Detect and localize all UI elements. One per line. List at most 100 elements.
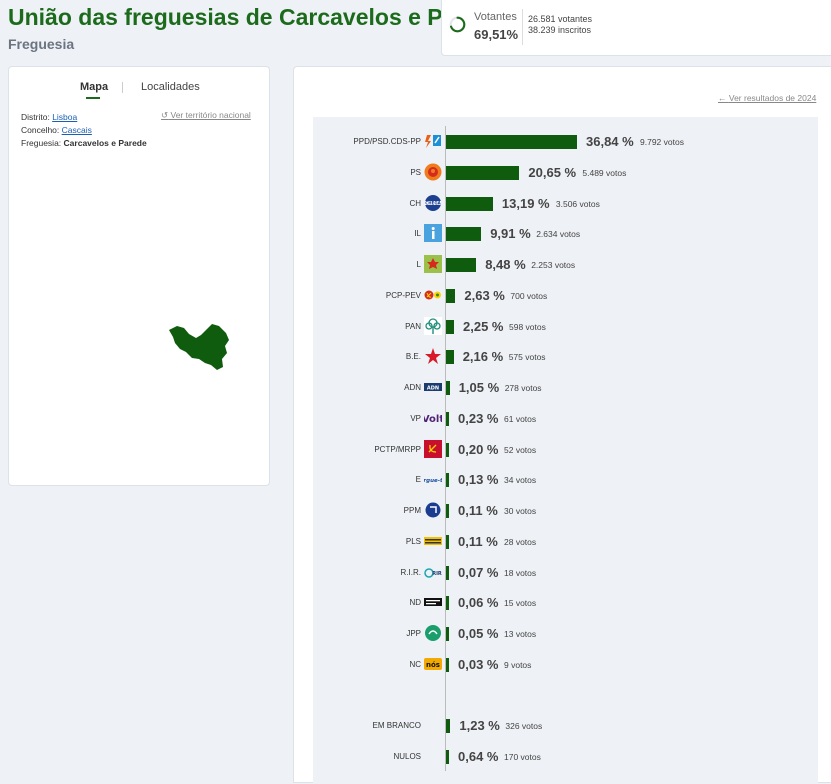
turnout-ring-icon <box>449 16 466 33</box>
tab-localidades[interactable]: Localidades <box>141 81 200 93</box>
party-name: R.I.R. <box>400 567 421 577</box>
result-percent: 0,11 % <box>458 503 498 518</box>
party-name: L <box>416 260 421 269</box>
party-name: PLS <box>405 536 421 546</box>
result-bar <box>446 657 449 672</box>
nd-logo-icon <box>424 593 442 611</box>
svg-text:ADN: ADN <box>427 385 439 391</box>
arrow-left-icon: ← <box>718 93 727 103</box>
concelho-label: Concelho: <box>21 125 60 135</box>
ver-territorio-label: Ver território nacional <box>170 110 251 120</box>
result-bar <box>446 165 520 180</box>
result-votes: 2.634 votos <box>536 229 581 240</box>
distrito-link[interactable]: Lisboa <box>52 112 77 122</box>
party-row[interactable]: ADN ADN 1,05 % 278 votos <box>294 378 831 398</box>
turnout-percent: 69,51% <box>474 27 519 42</box>
be-logo-icon <box>424 347 442 365</box>
result-bar <box>446 473 449 488</box>
party-row[interactable]: JPP 0,05 % 13 votos <box>294 624 831 644</box>
party-row[interactable]: NULOS 0,64 % 170 votos <box>294 747 831 767</box>
party-row[interactable]: EM BRANCO 1,23 % 326 votos <box>294 716 831 736</box>
result-votes: 28 votos <box>504 536 537 547</box>
turnout-voters: 26.581 votantes <box>528 14 593 24</box>
result-percent: 0,06 % <box>458 595 499 611</box>
result-percent: 8,48 % <box>485 257 526 272</box>
result-percent: 0,23 % <box>458 410 499 426</box>
livre-logo-icon <box>424 255 442 273</box>
result-votes: 13 votos <box>504 629 537 639</box>
turnout-panel: Votantes 69,51% 26.581 votantes 38.239 i… <box>441 0 831 56</box>
freguesia-label: Freguesia: <box>21 138 62 148</box>
party-row[interactable]: IL 9,91 % 2.634 votos <box>294 224 831 244</box>
il-logo-icon <box>424 224 442 243</box>
ver-resultados-2024-link[interactable]: ← Ver resultados de 2024 <box>718 93 816 103</box>
result-votes: 34 votos <box>504 475 537 486</box>
result-votes: 2.253 votos <box>531 260 576 270</box>
party-name: NC <box>409 659 421 669</box>
result-bar <box>446 258 477 272</box>
result-votes: 15 votos <box>504 598 537 609</box>
concelho-row: Concelho: Cascais <box>21 125 92 135</box>
result-percent: 0,05 % <box>458 626 499 641</box>
undo-arrow-icon: ↺ <box>161 110 169 120</box>
party-row[interactable]: PCP-PEV 2,63 % 700 votos <box>294 286 831 306</box>
party-row[interactable]: L 8,48 % 2.253 votos <box>294 255 831 275</box>
svg-text:Volt: Volt <box>424 414 442 425</box>
result-votes: 700 votos <box>510 290 548 301</box>
pctp-logo-icon <box>424 439 442 458</box>
ver-resultados-label: Ver resultados de 2024 <box>728 93 817 103</box>
result-bar <box>446 504 449 518</box>
party-name: IL <box>414 229 421 239</box>
result-votes: 18 votos <box>504 567 537 578</box>
tab-mapa[interactable]: Mapa <box>80 81 108 93</box>
turnout-divider <box>522 9 523 45</box>
concelho-link[interactable]: Cascais <box>62 125 92 135</box>
party-row[interactable]: ND 0,06 % 15 votos <box>294 593 831 613</box>
turnout-registered: 38.239 inscritos <box>528 25 592 35</box>
party-row[interactable]: EErgue-te 0,13 % 34 votos <box>294 470 831 490</box>
freguesia-map[interactable] <box>167 323 233 375</box>
volt-logo-icon: Volt <box>422 409 444 427</box>
party-name: PPD/PSD.CDS-PP <box>353 137 421 146</box>
party-name: B.E. <box>405 352 421 362</box>
result-votes: 9.792 votos <box>640 137 684 147</box>
party-row[interactable]: R.I.R. RIR 0,07 % 18 votos <box>294 563 831 583</box>
result-percent: 20,65 % <box>528 164 577 180</box>
party-name: E <box>415 475 421 485</box>
pan-logo-icon <box>424 316 442 335</box>
party-row[interactable]: B.E. 2,16 % 575 votos <box>294 347 831 367</box>
party-row[interactable]: PPM 0,11 % 30 votos <box>294 501 831 521</box>
tab-divider <box>122 82 123 93</box>
result-votes: 30 votos <box>504 506 537 516</box>
nc-logo-icon: nós <box>424 655 442 673</box>
result-percent: 0,07 % <box>458 564 499 580</box>
party-row[interactable]: VP Volt 0,23 % 61 votos <box>294 409 831 429</box>
result-bar <box>446 350 454 365</box>
result-percent: 2,25 % <box>463 318 504 334</box>
result-votes: 9 votos <box>504 659 532 670</box>
party-row[interactable]: PLS 0,11 % 28 votos <box>294 532 831 552</box>
result-bar <box>446 381 450 395</box>
freguesia-value: Carcavelos e Parede <box>63 138 147 148</box>
result-votes: 598 votos <box>509 321 546 332</box>
location-panel: Mapa Localidades Distrito: Lisboa Concel… <box>8 66 270 486</box>
ver-territorio-link[interactable]: ↺ Ver território nacional <box>161 110 251 121</box>
result-percent: 9,91 % <box>490 226 531 242</box>
psd-cds-logo-icon <box>424 132 442 150</box>
party-row[interactable]: PCTP/MRPP 0,20 % 52 votos <box>294 439 831 460</box>
result-bar <box>446 749 449 764</box>
party-row[interactable]: NC nós 0,03 % 9 votos <box>294 655 831 675</box>
freguesia-row: Freguesia: Carcavelos e Parede <box>21 138 147 148</box>
ergue-te-logo-icon: Ergue-te <box>420 470 447 488</box>
result-bar <box>446 442 449 457</box>
turnout-label: Votantes <box>474 11 517 23</box>
distrito-label: Distrito: <box>21 112 50 122</box>
party-row[interactable]: PPD/PSD.CDS-PP 36,84 % 9.792 votos <box>294 132 831 152</box>
party-row[interactable]: PS 20,65 % 5.489 votos <box>294 163 831 183</box>
party-row[interactable]: PAN 2,25 % 598 votos <box>294 316 831 337</box>
party-row[interactable]: CH CHEGA 13,19 % 3.506 votos <box>294 194 831 214</box>
distrito-row: Distrito: Lisboa <box>21 112 77 122</box>
party-name: EM BRANCO <box>372 721 421 730</box>
result-votes: 278 votos <box>504 383 542 393</box>
result-percent: 1,05 % <box>458 380 500 395</box>
